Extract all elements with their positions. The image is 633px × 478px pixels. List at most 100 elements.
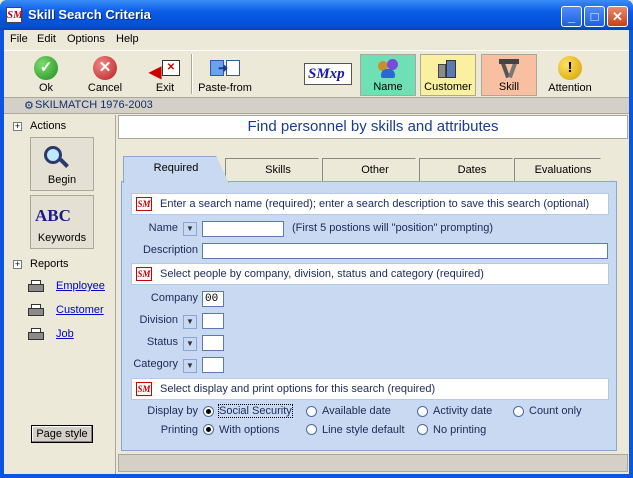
exit-door-icon: ✕ ◀	[149, 58, 181, 81]
menu-help[interactable]: Help	[116, 33, 139, 45]
reports-section[interactable]: + Reports	[13, 258, 69, 270]
ok-button[interactable]: ✓ Ok	[26, 52, 66, 96]
check-icon: ✓	[34, 56, 58, 80]
status-bar	[118, 454, 628, 472]
display-count-only-radio[interactable]	[513, 406, 524, 417]
display-by-label: Display by	[147, 405, 198, 417]
display-activity-date-label[interactable]: Activity date	[433, 405, 492, 417]
company-input[interactable]: 00	[202, 291, 224, 307]
tab-dates[interactable]: Dates	[419, 158, 525, 182]
search-name-banner: SM Enter a search name (required); enter…	[131, 193, 609, 215]
printing-with-options-label[interactable]: With options	[219, 424, 280, 436]
name-mode-button[interactable]: Name	[360, 54, 416, 96]
display-activity-date-radio[interactable]	[417, 406, 428, 417]
attention-button[interactable]: ! Attention	[545, 52, 595, 96]
keywords-button[interactable]: ABC Keywords	[30, 195, 94, 249]
division-dropdown-chevron-icon[interactable]: ▼	[183, 315, 197, 329]
smxp-logo-text: SMxp	[308, 66, 345, 82]
sm-logo-icon: SM	[136, 197, 152, 211]
description-label: Description	[142, 244, 198, 256]
division-label: Division	[139, 314, 178, 326]
name-label: Name	[148, 222, 178, 234]
building-icon	[435, 58, 461, 80]
tab-required[interactable]: Required	[123, 156, 229, 183]
printing-with-options-radio[interactable]	[203, 424, 214, 435]
begin-button[interactable]: Begin	[30, 137, 94, 191]
begin-label: Begin	[47, 174, 77, 186]
ok-label: Ok	[38, 82, 54, 94]
display-available-date-radio[interactable]	[306, 406, 317, 417]
category-dropdown-chevron-icon[interactable]: ▼	[183, 359, 197, 373]
people-icon	[376, 58, 400, 80]
cancel-label: Cancel	[87, 82, 123, 94]
printer-icon	[26, 303, 46, 319]
exit-button[interactable]: ✕ ◀ Exit	[146, 52, 184, 96]
app-logo-icon[interactable]: SM	[6, 7, 23, 23]
menu-options[interactable]: Options	[67, 33, 105, 45]
job-report-link[interactable]: Job	[56, 328, 74, 340]
minimize-button[interactable]: _	[561, 6, 582, 27]
page-style-button[interactable]: Page style	[31, 425, 93, 443]
category-input[interactable]	[202, 357, 224, 373]
division-input[interactable]	[202, 313, 224, 329]
customer-mode-button[interactable]: Customer	[420, 54, 476, 96]
printing-no-printing-radio[interactable]	[417, 424, 428, 435]
customer-report-link[interactable]: Customer	[56, 304, 104, 316]
close-button[interactable]: ✕	[607, 6, 628, 27]
status-dropdown-chevron-icon[interactable]: ▼	[183, 337, 197, 351]
exit-label: Exit	[155, 82, 175, 94]
description-input[interactable]	[202, 243, 608, 259]
name-hint: (First 5 postions will "position" prompt…	[292, 222, 493, 234]
reports-label: Reports	[30, 258, 69, 270]
printing-no-printing-label[interactable]: No printing	[433, 424, 486, 436]
printing-label: Printing	[160, 424, 198, 436]
skill-mode-label: Skill	[498, 81, 520, 93]
copyright-strip: ⚙ SKILMATCH 1976-2003	[4, 98, 629, 114]
display-count-only-label[interactable]: Count only	[529, 405, 582, 417]
settings-small-icon: ⚙	[24, 100, 34, 112]
menu-file[interactable]: File	[10, 33, 28, 45]
name-input[interactable]	[202, 221, 284, 237]
paste-from-label: Paste-from	[198, 82, 252, 94]
printing-line-style-default-radio[interactable]	[306, 424, 317, 435]
cancel-button[interactable]: ✕ Cancel	[84, 52, 126, 96]
actions-section[interactable]: + Actions	[13, 120, 66, 132]
display-options-banner: SM Select display and print options for …	[131, 378, 609, 400]
copyright-text: SKILMATCH 1976-2003	[35, 99, 153, 111]
printing-line-style-default-label[interactable]: Line style default	[322, 424, 405, 436]
name-dropdown-chevron-icon[interactable]: ▼	[183, 222, 197, 236]
sm-logo-icon: SM	[136, 382, 152, 396]
display-available-date-label[interactable]: Available date	[322, 405, 391, 417]
skill-mode-button[interactable]: Skill	[481, 54, 537, 96]
smxp-logo[interactable]: SMxp	[304, 63, 352, 85]
toolbar-separator	[191, 54, 193, 94]
name-mode-label: Name	[373, 81, 403, 93]
printer-icon	[26, 327, 46, 343]
company-selection-banner: SM Select people by company, division, s…	[131, 263, 609, 285]
employee-report-link[interactable]: Employee	[56, 280, 105, 292]
banner-text: Select people by company, division, stat…	[160, 268, 484, 280]
tab-other[interactable]: Other	[322, 158, 428, 182]
tools-icon	[496, 58, 522, 80]
keywords-label: Keywords	[37, 232, 87, 244]
status-input[interactable]	[202, 335, 224, 351]
magnifier-clock-icon	[44, 146, 70, 168]
paste-from-button[interactable]: ➜ Paste-from	[196, 52, 254, 96]
status-label: Status	[146, 336, 178, 348]
expand-icon: +	[13, 120, 22, 131]
paste-from-icon: ➜	[208, 58, 242, 80]
expand-icon: +	[13, 258, 22, 269]
actions-label: Actions	[30, 120, 67, 132]
menu-edit[interactable]: Edit	[37, 33, 56, 45]
display-social-security-label[interactable]: Social Security	[218, 404, 293, 418]
tab-evaluations[interactable]: Evaluations	[514, 158, 612, 182]
sm-logo-icon: SM	[136, 267, 152, 281]
printer-icon	[26, 279, 46, 295]
banner-text: Enter a search name (required); enter a …	[160, 198, 590, 210]
category-label: Category	[133, 358, 178, 370]
abc-magnifier-icon: ABC	[35, 206, 71, 225]
tab-skills[interactable]: Skills	[225, 158, 331, 182]
display-social-security-radio[interactable]	[203, 406, 214, 417]
banner-text: Select display and print options for thi…	[160, 383, 436, 395]
maximize-button[interactable]: □	[584, 6, 605, 27]
